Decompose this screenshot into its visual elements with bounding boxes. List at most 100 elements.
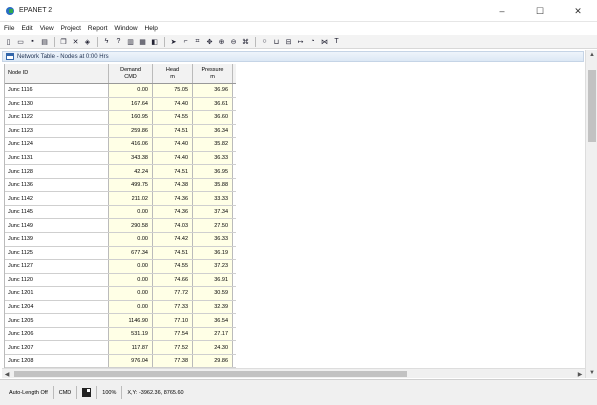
demand-cell[interactable]: 0.00 bbox=[109, 273, 153, 287]
table-row[interactable]: Junc 1204 0.00 77.33 32.39 bbox=[5, 300, 236, 315]
node-id-cell[interactable]: Junc 1130 bbox=[5, 97, 109, 111]
table-row[interactable]: Junc 1206 531.19 77.54 27.17 bbox=[5, 327, 236, 342]
scroll-left-arrow-icon[interactable]: ◀ bbox=[2, 369, 12, 379]
table-icon[interactable]: ▦ bbox=[137, 36, 148, 47]
node-id-cell[interactable]: Junc 1204 bbox=[5, 300, 109, 314]
pressure-cell[interactable]: 30.59 bbox=[193, 287, 233, 300]
demand-cell[interactable]: 1146.90 bbox=[109, 314, 153, 327]
vertical-scroll-thumb[interactable] bbox=[588, 70, 596, 142]
demand-cell[interactable]: 531.19 bbox=[109, 327, 153, 341]
node-id-cell[interactable]: Junc 1139 bbox=[5, 233, 109, 246]
head-cell[interactable]: 74.40 bbox=[153, 97, 193, 111]
pressure-cell[interactable]: 36.91 bbox=[193, 273, 233, 287]
table-row[interactable]: Junc 1122 160.95 74.55 36.60 bbox=[5, 111, 236, 125]
column-header-head[interactable]: Head m bbox=[153, 64, 193, 83]
pressure-cell[interactable]: 32.39 bbox=[193, 300, 233, 314]
demand-cell[interactable]: 167.64 bbox=[109, 97, 153, 111]
node-id-cell[interactable]: Junc 1136 bbox=[5, 178, 109, 192]
demand-cell[interactable]: 677.34 bbox=[109, 246, 153, 260]
auto-length-status[interactable]: Auto-Length Off bbox=[4, 386, 54, 399]
table-row[interactable]: Junc 1207 117.87 77.52 24.30 bbox=[5, 341, 236, 355]
pressure-cell[interactable]: 27.50 bbox=[193, 219, 233, 233]
pipe-icon[interactable]: ↦ bbox=[295, 36, 306, 47]
demand-cell[interactable]: 0.00 bbox=[109, 287, 153, 300]
table-row[interactable]: Junc 1123 259.86 74.51 36.34 bbox=[5, 124, 236, 139]
demand-cell[interactable]: 499.75 bbox=[109, 178, 153, 192]
pump-icon[interactable]: ◔ bbox=[307, 36, 318, 47]
pressure-cell[interactable]: 37.23 bbox=[193, 260, 233, 273]
zoom-out-icon[interactable]: ⊖ bbox=[228, 36, 239, 47]
demand-cell[interactable]: 259.86 bbox=[109, 124, 153, 138]
table-row[interactable]: Junc 1149 290.58 74.03 27.50 bbox=[5, 219, 236, 234]
query-icon[interactable]: ? bbox=[113, 36, 124, 47]
demand-cell[interactable]: 211.02 bbox=[109, 192, 153, 205]
demand-cell[interactable]: 117.87 bbox=[109, 341, 153, 354]
head-cell[interactable]: 74.36 bbox=[153, 205, 193, 219]
pressure-cell[interactable]: 36.61 bbox=[193, 97, 233, 111]
node-id-cell[interactable]: Junc 1205 bbox=[5, 314, 109, 327]
node-id-cell[interactable]: Junc 1127 bbox=[5, 260, 109, 273]
horizontal-scrollbar[interactable]: ◀ ▶ bbox=[2, 368, 585, 378]
demand-cell[interactable]: 0.00 bbox=[109, 260, 153, 273]
node-id-cell[interactable]: Junc 1123 bbox=[5, 124, 109, 138]
zoom-in-icon[interactable]: ⊕ bbox=[216, 36, 227, 47]
demand-cell[interactable]: 0.00 bbox=[109, 233, 153, 246]
table-row[interactable]: Junc 1208 976.04 77.38 29.86 bbox=[5, 354, 236, 368]
head-cell[interactable]: 74.55 bbox=[153, 260, 193, 273]
table-row[interactable]: Junc 1125 677.34 74.51 36.19 bbox=[5, 246, 236, 261]
demand-cell[interactable]: 0.00 bbox=[109, 84, 153, 97]
head-cell[interactable]: 74.36 bbox=[153, 192, 193, 205]
options-icon[interactable]: ◧ bbox=[149, 36, 160, 47]
head-cell[interactable]: 77.38 bbox=[153, 354, 193, 368]
head-cell[interactable]: 74.51 bbox=[153, 246, 193, 260]
vertical-scrollbar[interactable]: ▲ ▼ bbox=[585, 50, 597, 378]
head-cell[interactable]: 75.05 bbox=[153, 84, 193, 97]
open-folder-icon[interactable]: ▭ bbox=[15, 36, 26, 47]
pressure-cell[interactable]: 36.60 bbox=[193, 111, 233, 124]
node-id-cell[interactable]: Junc 1124 bbox=[5, 138, 109, 151]
pressure-cell[interactable]: 35.82 bbox=[193, 138, 233, 151]
new-file-icon[interactable]: ▯ bbox=[3, 36, 14, 47]
head-cell[interactable]: 77.72 bbox=[153, 287, 193, 300]
label-icon[interactable]: T bbox=[331, 36, 342, 47]
full-extent-icon[interactable]: ⌘ bbox=[240, 36, 251, 47]
node-id-cell[interactable]: Junc 1201 bbox=[5, 287, 109, 300]
column-header-pressure[interactable]: Pressure m bbox=[193, 64, 233, 83]
demand-cell[interactable]: 42.24 bbox=[109, 165, 153, 178]
graph-icon[interactable]: ▥ bbox=[125, 36, 136, 47]
node-id-cell[interactable]: Junc 1125 bbox=[5, 246, 109, 260]
reservoir-icon[interactable]: ⊔ bbox=[271, 36, 282, 47]
table-row[interactable]: Junc 1128 42.24 74.51 36.95 bbox=[5, 165, 236, 179]
menu-edit[interactable]: Edit bbox=[21, 25, 32, 32]
head-cell[interactable]: 74.51 bbox=[153, 124, 193, 138]
table-row[interactable]: Junc 1130 167.64 74.40 36.61 bbox=[5, 97, 236, 112]
table-row[interactable]: Junc 1120 0.00 74.66 36.91 bbox=[5, 273, 236, 288]
column-header-demand[interactable]: Demand CMD bbox=[109, 64, 153, 83]
demand-cell[interactable]: 160.95 bbox=[109, 111, 153, 124]
pressure-cell[interactable]: 24.30 bbox=[193, 341, 233, 354]
menu-file[interactable]: File bbox=[4, 25, 14, 32]
node-id-cell[interactable]: Junc 1122 bbox=[5, 111, 109, 124]
maximize-button[interactable]: ☐ bbox=[521, 0, 559, 22]
head-cell[interactable]: 77.52 bbox=[153, 341, 193, 354]
junction-icon[interactable]: ○ bbox=[259, 36, 270, 47]
table-row[interactable]: Junc 1139 0.00 74.42 36.33 bbox=[5, 233, 236, 247]
save-icon[interactable]: ▪ bbox=[27, 36, 38, 47]
table-row[interactable]: Junc 1142 211.02 74.36 33.33 bbox=[5, 192, 236, 206]
demand-cell[interactable]: 976.04 bbox=[109, 354, 153, 368]
head-cell[interactable]: 77.33 bbox=[153, 300, 193, 314]
menu-help[interactable]: Help bbox=[145, 25, 158, 32]
head-cell[interactable]: 74.40 bbox=[153, 138, 193, 151]
table-row[interactable]: Junc 1131 343.38 74.40 36.33 bbox=[5, 151, 236, 166]
select-region-icon[interactable]: ⌗ bbox=[192, 36, 203, 47]
pressure-cell[interactable]: 36.96 bbox=[193, 84, 233, 97]
demand-cell[interactable]: 0.00 bbox=[109, 300, 153, 314]
column-header-node-id[interactable]: Node ID bbox=[5, 64, 109, 83]
valve-icon[interactable]: ⋈ bbox=[319, 36, 330, 47]
head-cell[interactable]: 74.40 bbox=[153, 151, 193, 165]
pressure-cell[interactable]: 29.86 bbox=[193, 354, 233, 368]
node-id-cell[interactable]: Junc 1145 bbox=[5, 205, 109, 219]
head-cell[interactable]: 74.66 bbox=[153, 273, 193, 287]
pressure-cell[interactable]: 37.34 bbox=[193, 205, 233, 219]
demand-cell[interactable]: 0.00 bbox=[109, 205, 153, 219]
